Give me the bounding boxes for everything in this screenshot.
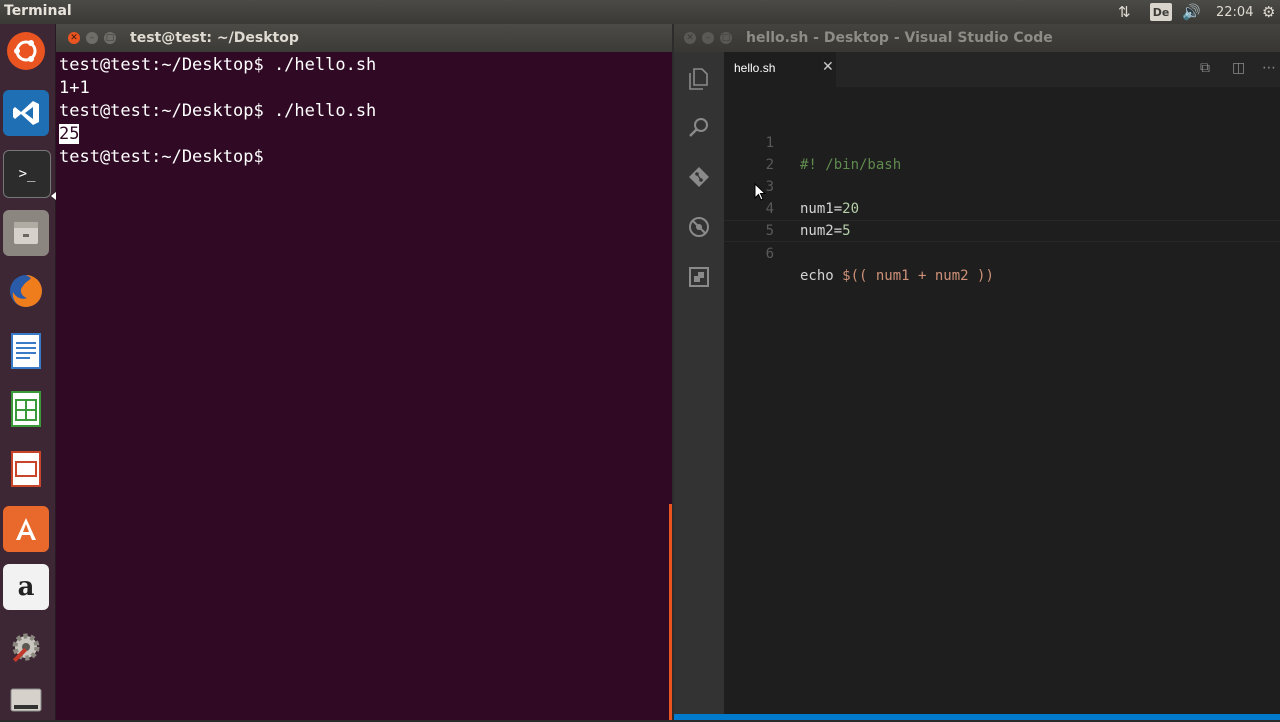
dvd-icon[interactable]	[3, 676, 49, 722]
selected-text: 25	[59, 124, 80, 144]
terminal-line: 25	[59, 123, 376, 146]
close-icon[interactable]: ✕	[68, 32, 80, 44]
minimize-icon[interactable]: –	[86, 32, 98, 44]
terminal-titlebar[interactable]: ✕ – □ test@test: ~/Desktop	[56, 24, 672, 52]
more-actions-icon[interactable]: ⋯	[1262, 60, 1276, 76]
libreoffice-calc-icon[interactable]	[3, 386, 49, 432]
maximize-icon[interactable]: □	[104, 32, 116, 44]
terminal-line: test@test:~/Desktop$	[59, 147, 264, 167]
close-icon[interactable]: ✕	[684, 32, 696, 44]
code-editor[interactable]: 1 #! /bin/bash 2 3 num1=20 4 num2=5 5 6 …	[724, 87, 1280, 714]
network-icon[interactable]: ⇅	[1118, 2, 1138, 22]
extensions-icon[interactable]	[684, 262, 714, 292]
maximize-icon[interactable]: □	[720, 32, 732, 44]
code-line: 3 num1=20	[724, 154, 1280, 217]
firefox-icon[interactable]	[3, 268, 49, 314]
files-icon[interactable]	[3, 210, 49, 256]
search-icon[interactable]	[684, 112, 714, 142]
vscode-icon[interactable]	[3, 90, 49, 136]
terminal-scrollbar[interactable]	[669, 504, 672, 720]
code-line: 1 #! /bin/bash	[724, 110, 1280, 173]
code-line: 5	[724, 198, 1280, 239]
source-control-icon[interactable]	[684, 162, 714, 192]
code-line-current: 6 echo $(( num1 + num2 ))	[724, 220, 1280, 284]
volume-icon[interactable]: 🔊	[1182, 2, 1201, 22]
terminal-title: test@test: ~/Desktop	[130, 30, 299, 46]
terminal-icon[interactable]: >_	[3, 150, 51, 198]
line-number: 6	[765, 246, 774, 262]
libreoffice-impress-icon[interactable]	[3, 446, 49, 492]
vscode-title: hello.sh - Desktop - Visual Studio Code	[746, 30, 1053, 46]
terminal-line: test@test:~/Desktop$ ./hello.sh	[59, 101, 377, 121]
editor-tabs: hello.sh ✕ ⧉ ◫ ⋯	[724, 52, 1280, 87]
vscode-titlebar[interactable]: ✕ – □ hello.sh - Desktop - Visual Studio…	[674, 24, 1280, 52]
top-panel: Terminal ⇅ De 🔊 22:04 ⚙	[0, 0, 1280, 24]
terminal-line: 1+1	[59, 78, 90, 98]
explorer-icon[interactable]	[684, 64, 714, 94]
status-bar[interactable]	[674, 714, 1280, 720]
code-expression: $(( num1 + num2 ))	[842, 268, 994, 284]
libreoffice-writer-icon[interactable]	[3, 328, 49, 374]
unity-launcher: >_ a	[0, 24, 56, 720]
terminal-line: test@test:~/Desktop$ ./hello.sh	[59, 55, 377, 75]
debug-icon[interactable]	[684, 212, 714, 242]
tab-label: hello.sh	[734, 61, 776, 75]
activity-bar	[674, 52, 724, 714]
mouse-pointer-icon	[754, 183, 766, 201]
open-changes-icon[interactable]: ⧉	[1200, 60, 1210, 76]
code-text: echo	[800, 268, 843, 284]
ubuntu-dash-icon[interactable]	[7, 32, 45, 70]
amazon-icon[interactable]: a	[3, 564, 49, 610]
terminal-window[interactable]: ✕ – □ test@test: ~/Desktop test@test:~/D…	[56, 24, 672, 720]
split-editor-icon[interactable]: ◫	[1232, 60, 1245, 76]
vscode-window[interactable]: ✕ – □ hello.sh - Desktop - Visual Studio…	[674, 24, 1280, 720]
minimize-icon[interactable]: –	[702, 32, 714, 44]
code-line: 4 num2=5	[724, 176, 1280, 239]
close-tab-icon[interactable]: ✕	[822, 59, 834, 75]
terminal-output[interactable]: test@test:~/Desktop$ ./hello.sh 1+1 test@t…	[59, 54, 376, 169]
keyboard-layout-indicator[interactable]: De	[1150, 3, 1172, 21]
clock[interactable]: 22:04	[1216, 2, 1253, 22]
active-app-title: Terminal	[4, 3, 72, 19]
system-settings-icon[interactable]	[3, 624, 49, 670]
code-line: 2	[724, 132, 1280, 173]
ubuntu-software-icon[interactable]	[3, 506, 49, 552]
system-menu-gear-icon[interactable]: ⚙	[1262, 2, 1275, 22]
tab-hello-sh[interactable]: hello.sh ✕	[724, 52, 836, 87]
